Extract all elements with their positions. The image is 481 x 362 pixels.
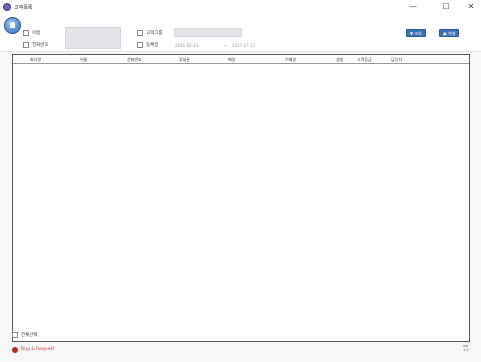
- col-birthday[interactable]: 생일: [336, 57, 343, 63]
- col-grade[interactable]: 고객등급: [357, 57, 372, 63]
- group-label: 고객그룹: [146, 31, 163, 36]
- search-button[interactable]: ▼ 조회: [406, 29, 426, 37]
- phone-label: 전화번호: [32, 43, 49, 48]
- app-icon: [3, 3, 11, 11]
- filter-panel: 이름 전화번호 고객그룹 등록일 2011-02-23 ~ 2017-07-11…: [0, 14, 481, 52]
- name-label: 이름: [32, 31, 41, 36]
- col-name[interactable]: 이름: [80, 57, 87, 63]
- version-line-2: 1.0: [463, 348, 469, 352]
- col-company[interactable]: 회사명: [30, 57, 41, 63]
- filter-input-area[interactable]: [65, 27, 121, 49]
- group-checkbox[interactable]: [137, 30, 143, 36]
- col-mail[interactable]: 메일: [228, 57, 235, 63]
- phone-checkbox[interactable]: [23, 42, 29, 48]
- col-phone[interactable]: 전화번호: [127, 57, 142, 63]
- grid-header: 회사명 이름 전화번호 휴대폰 메일 이메일 생일 고객등급 담당자: [13, 55, 469, 64]
- date-separator: ~: [224, 43, 228, 48]
- col-email[interactable]: 이메일: [285, 57, 296, 63]
- date-from[interactable]: 2011-02-23: [175, 43, 198, 48]
- window-title: 고객목록: [14, 5, 33, 11]
- group-select[interactable]: [174, 28, 242, 37]
- select-all-label: 전체선택: [21, 333, 38, 338]
- close-button[interactable]: ✕: [458, 0, 481, 14]
- window-body: 이름 전화번호 고객그룹 등록일 2011-02-23 ~ 2017-07-11…: [0, 14, 481, 362]
- bug-request-link[interactable]: Bug & Request: [21, 347, 54, 352]
- maximize-button[interactable]: ☐: [433, 0, 459, 14]
- excel-button[interactable]: ▣ 엑셀: [439, 29, 460, 37]
- title-bar: 고객목록 — ☐ ✕: [0, 0, 481, 14]
- date-to[interactable]: 2017-07-11: [232, 43, 255, 48]
- col-mobile[interactable]: 휴대폰: [179, 57, 190, 63]
- regdate-checkbox[interactable]: [137, 42, 143, 48]
- version-info: ver 1.0: [463, 344, 469, 352]
- col-manager[interactable]: 담당자: [391, 57, 402, 63]
- app-window: 고객목록 — ☐ ✕ 이름 전화번호 고객그룹 등록일 2011-02-23 ~…: [0, 0, 481, 362]
- minimize-button[interactable]: —: [400, 0, 426, 14]
- select-all-checkbox[interactable]: [12, 332, 18, 338]
- name-checkbox[interactable]: [23, 30, 29, 36]
- logo-icon: [4, 17, 21, 34]
- customer-grid[interactable]: 회사명 이름 전화번호 휴대폰 메일 이메일 생일 고객등급 담당자: [12, 54, 470, 342]
- regdate-label: 등록일: [146, 43, 159, 48]
- bug-icon: [12, 347, 18, 353]
